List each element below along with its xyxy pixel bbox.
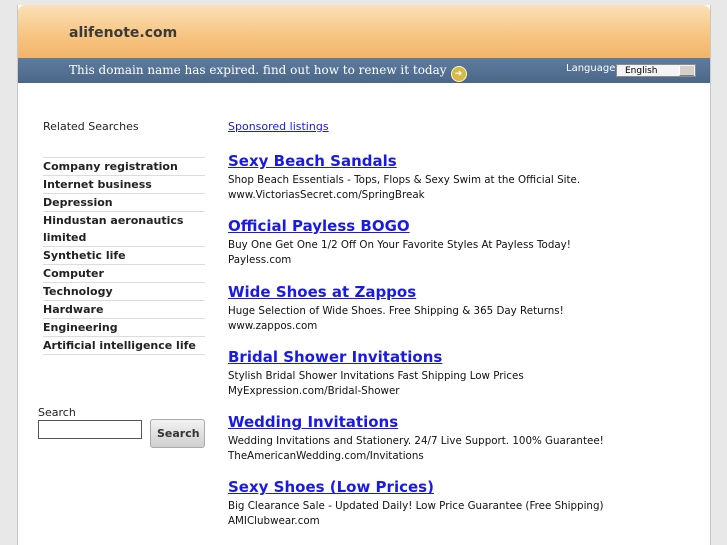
ad-listing: Wedding Invitations Wedding Invitations …: [228, 413, 698, 478]
ad-description: Huge Selection of Wide Shoes. Free Shipp…: [228, 304, 564, 317]
ad-description: Stylish Bridal Shower Invitations Fast S…: [228, 369, 524, 382]
expired-link[interactable]: This domain name has expired. find out h…: [69, 63, 467, 82]
ad-title-link[interactable]: Wedding Invitations: [228, 413, 698, 432]
ad-url[interactable]: TheAmericanWedding.com/Invitations: [228, 449, 698, 464]
header-banner: alifenote.com: [18, 5, 710, 58]
ad-url[interactable]: AMIClubwear.com: [228, 514, 698, 529]
arrow-circle-icon[interactable]: ➜: [450, 66, 467, 82]
ad-title-link[interactable]: Wide Shoes at Zappos: [228, 283, 698, 302]
ad-url[interactable]: Payless.com: [228, 253, 698, 268]
language-select[interactable]: English: [616, 64, 696, 77]
ad-url[interactable]: www.zappos.com: [228, 319, 698, 334]
related-item[interactable]: Engineering: [43, 319, 205, 337]
ad-description: Shop Beach Essentials - Tops, Flops & Se…: [228, 174, 581, 186]
ad-title-link[interactable]: Official Payless BOGO: [228, 217, 698, 236]
related-searches-title: Related Searches: [43, 120, 139, 133]
sponsored-listings-link[interactable]: Sponsored listings: [228, 120, 329, 133]
ad-url[interactable]: www.VictoriasSecret.com/SpringBreak: [228, 188, 698, 203]
expired-bar: This domain name has expired. find out h…: [18, 58, 710, 83]
ad-listing: Wide Shoes at Zappos Huge Selection of W…: [228, 283, 698, 348]
language-value: English: [625, 66, 658, 76]
chevron-down-icon[interactable]: [679, 66, 694, 76]
search-label: Search: [38, 406, 76, 419]
ad-title-link[interactable]: Sexy Shoes (Low Prices): [228, 478, 698, 497]
site-name: alifenote.com: [69, 25, 178, 41]
ad-listing: Sexy Beach Sandals Shop Beach Essentials…: [228, 152, 698, 217]
page-frame: alifenote.com This domain name has expir…: [17, 5, 711, 545]
ad-listing: Bridal Shower Invitations Stylish Bridal…: [228, 348, 698, 413]
ad-description: Buy One Get One 1/2 Off On Your Favorite…: [228, 239, 571, 252]
ad-listing: Sexy Shoes (Low Prices) Big Clearance Sa…: [228, 478, 698, 543]
ad-url[interactable]: MyExpression.com/Bridal-Shower: [228, 384, 698, 399]
related-item[interactable]: Depression: [43, 194, 205, 212]
related-item[interactable]: Hardware: [43, 301, 205, 319]
related-item[interactable]: Hindustan aeronautics limited: [43, 212, 205, 247]
ad-listings: Sexy Beach Sandals Shop Beach Essentials…: [228, 152, 698, 544]
expired-text[interactable]: This domain name has expired. find out h…: [69, 63, 447, 77]
related-item[interactable]: Internet business: [43, 176, 205, 194]
related-item[interactable]: Computer: [43, 265, 205, 283]
related-item[interactable]: Company registration: [43, 157, 205, 176]
search-input[interactable]: [38, 420, 142, 439]
ad-description: Big Clearance Sale - Updated Daily! Low …: [228, 500, 604, 513]
ad-description: Wedding Invitations and Stationery. 24/7…: [228, 435, 604, 448]
related-item[interactable]: Technology: [43, 283, 205, 301]
ad-listing: Official Payless BOGO Buy One Get One 1/…: [228, 217, 698, 282]
search-button[interactable]: Search: [150, 419, 205, 448]
ad-title-link[interactable]: Sexy Beach Sandals: [228, 152, 698, 171]
related-item[interactable]: Artificial intelligence life: [43, 337, 205, 355]
related-searches-list: Company registration Internet business D…: [43, 157, 205, 355]
related-item[interactable]: Synthetic life: [43, 247, 205, 265]
ad-title-link[interactable]: Bridal Shower Invitations: [228, 348, 698, 367]
language-label: Language:: [566, 63, 619, 74]
